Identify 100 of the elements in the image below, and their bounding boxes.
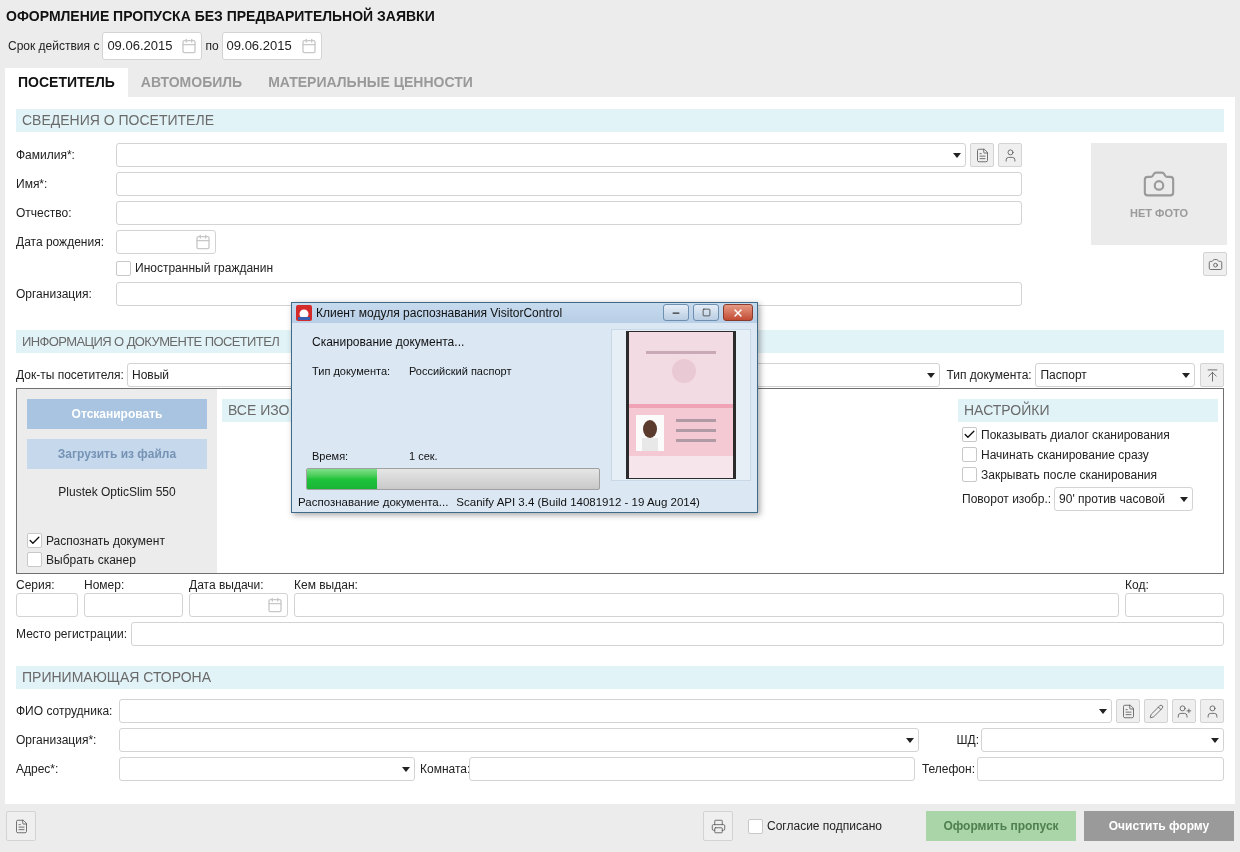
- time-label: Время:: [312, 449, 350, 465]
- no-photo-caption: НЕТ ФОТО: [1130, 205, 1188, 221]
- field-label: Дата выдачи:: [189, 578, 265, 593]
- input-field[interactable]: [116, 172, 1022, 196]
- caret-icon: [953, 152, 961, 158]
- close-button[interactable]: [723, 304, 753, 322]
- date-field[interactable]: [116, 230, 216, 254]
- input-field[interactable]: [16, 593, 78, 617]
- scanner-button[interactable]: Отсканировать: [27, 399, 207, 429]
- calendar-icon: [267, 597, 283, 613]
- minimize-button[interactable]: [663, 304, 689, 322]
- caret-icon: [1182, 372, 1190, 378]
- input-field[interactable]: [84, 593, 183, 617]
- field-label: Серия:: [16, 578, 56, 593]
- dropdown[interactable]: 90' против часовой: [1054, 487, 1194, 511]
- field-label: Адрес*:: [16, 761, 60, 778]
- field-label: Док-ты посетителя:: [16, 367, 125, 384]
- scan-status: Сканирование документа...: [311, 333, 466, 351]
- user-icon[interactable]: [998, 143, 1022, 167]
- field-label: Поворот изобр.:: [962, 491, 1052, 508]
- add-user-icon[interactable]: [1172, 699, 1196, 723]
- dropdown[interactable]: [981, 728, 1224, 752]
- field-label: Комната:: [419, 761, 469, 778]
- dropdown[interactable]: [119, 728, 919, 752]
- field-label: ФИО сотрудника:: [16, 703, 114, 720]
- caret-icon: [927, 372, 936, 378]
- dropdown[interactable]: [119, 757, 415, 781]
- field-label: Место регистрации:: [16, 626, 129, 643]
- status-text: Распознавание документа...: [298, 495, 449, 511]
- dialog-title: Клиент модуля распознавания VisitorControl: [316, 304, 564, 322]
- checkbox-label: Показывать диалог сканирования: [981, 426, 1170, 444]
- caret-icon: [1211, 737, 1219, 743]
- camera-icon[interactable]: [1203, 252, 1227, 276]
- tab[interactable]: АВТОМОБИЛЬ: [127, 68, 256, 97]
- caret-icon: [402, 766, 410, 772]
- section-header: ПРИНИМАЮЩАЯ СТОРОНА: [16, 666, 1224, 689]
- checkbox[interactable]: [962, 467, 977, 482]
- field-label: Срок действия с: [8, 38, 100, 55]
- section-header: НАСТРОЙКИ: [958, 399, 1218, 422]
- field-label: ШД:: [955, 732, 980, 749]
- close-icon: [732, 306, 744, 319]
- app-icon: [296, 304, 312, 321]
- field-label: Имя*:: [16, 176, 49, 193]
- status-text: Scanify API 3.4 (Build 14081912 - 19 Aug 2014): [456, 495, 700, 511]
- checkbox[interactable]: [748, 818, 763, 834]
- checkbox[interactable]: [27, 533, 42, 548]
- field-label: Отчество:: [16, 205, 73, 222]
- input-field[interactable]: [1125, 593, 1224, 617]
- date-field[interactable]: 09.06.2015: [102, 32, 203, 60]
- field-label: по: [205, 38, 219, 55]
- action-button[interactable]: Очистить форму: [1084, 811, 1234, 841]
- field-label: Телефон:: [920, 761, 976, 778]
- checkbox[interactable]: [962, 447, 977, 462]
- page-title: ОФОРМЛЕНИЕ ПРОПУСКА БЕЗ ПРЕДВАРИТЕЛЬНОЙ ЗАЯВКИ: [6, 6, 435, 26]
- date-field[interactable]: [189, 593, 288, 617]
- input-field[interactable]: [131, 622, 1224, 646]
- input-field[interactable]: [116, 201, 1022, 225]
- list-icon[interactable]: [1116, 699, 1140, 723]
- user-icon[interactable]: [1200, 699, 1224, 723]
- input-field[interactable]: [469, 757, 915, 781]
- field-label: Организация*:: [16, 732, 98, 749]
- field-label: Номер:: [84, 578, 126, 593]
- checkbox[interactable]: [962, 427, 977, 442]
- print-icon[interactable]: [703, 811, 733, 841]
- caret-icon: [906, 737, 914, 743]
- input-field[interactable]: [977, 757, 1224, 781]
- field-label: Фамилия*:: [16, 147, 76, 164]
- input-field[interactable]: [116, 282, 1022, 306]
- list-icon[interactable]: [970, 143, 994, 167]
- checkbox-label: Иностранный гражданин: [135, 260, 274, 277]
- edit-icon[interactable]: [1144, 699, 1168, 723]
- checkbox[interactable]: [116, 260, 131, 276]
- checkbox-label: Распознать документ: [46, 532, 165, 550]
- checkbox-label: Закрывать после сканирования: [981, 466, 1157, 484]
- checkbox-label: Выбрать сканер: [46, 551, 136, 569]
- doc-type-label: Тип документа:: [312, 363, 392, 379]
- dropdown[interactable]: Паспорт: [1035, 363, 1195, 387]
- checkbox[interactable]: [27, 552, 42, 567]
- tab[interactable]: МАТЕРИАЛЬНЫЕ ЦЕННОСТИ: [255, 68, 486, 97]
- field-label: Код:: [1125, 578, 1150, 593]
- caret-icon: [1099, 708, 1107, 714]
- calendar-icon: [181, 38, 198, 54]
- section-header: СВЕДЕНИЯ О ПОСЕТИТЕЛЕ: [16, 109, 1224, 132]
- caret-icon: [1180, 496, 1189, 502]
- field-label: Тип документа:: [946, 367, 1033, 384]
- maximize-button[interactable]: [693, 304, 719, 322]
- list-icon[interactable]: [6, 811, 36, 841]
- checkbox-label: Согласие подписано: [767, 818, 882, 835]
- field-label: Организация:: [16, 286, 93, 303]
- tab[interactable]: ПОСЕТИТЕЛЬ: [5, 68, 128, 97]
- scanner-name: Plustek OpticSlim 550: [57, 484, 177, 501]
- date-field[interactable]: 09.06.2015: [221, 32, 322, 60]
- field-label: Кем выдан:: [294, 578, 359, 593]
- checkbox-label: Начинать сканирование сразу: [981, 446, 1149, 464]
- doc-type-value: Российский паспорт: [409, 363, 512, 379]
- upload-icon[interactable]: [1200, 363, 1224, 387]
- input-field[interactable]: [294, 593, 1119, 617]
- time-value: 1 сек.: [409, 449, 438, 465]
- calendar-icon: [195, 234, 211, 250]
- section-header: ВСЕ ИЗО: [222, 399, 292, 422]
